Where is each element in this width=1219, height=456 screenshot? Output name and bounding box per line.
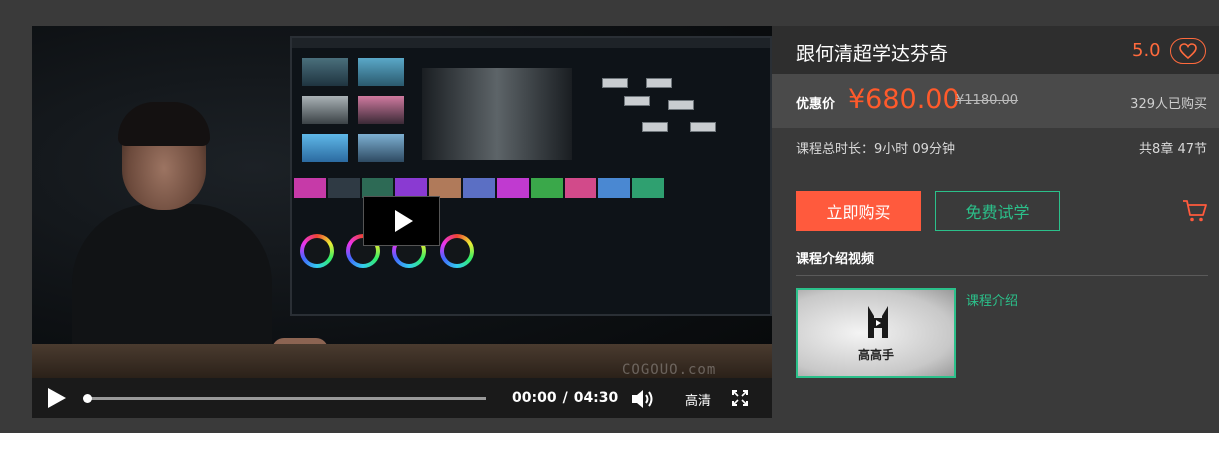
- video-frame[interactable]: COGOUO.com: [32, 26, 772, 378]
- app-menu-bar: [292, 38, 770, 48]
- total-time: 04:30: [573, 390, 619, 406]
- title-row: 跟何清超学达芬奇 5.0: [772, 26, 1219, 74]
- course-page: COGOUO.com 00:00 / 04:30 高清 跟何清超学达芬奇 5.0 优…: [0, 0, 1219, 456]
- favorite-button[interactable]: [1170, 38, 1206, 64]
- buyer-count: 329人已购买: [1130, 97, 1207, 112]
- intro-video-link[interactable]: 课程介绍: [966, 290, 1018, 309]
- clip-timeline: [294, 178, 664, 198]
- cart-icon: [1183, 200, 1207, 222]
- sale-price: ¥680.00: [848, 84, 960, 115]
- free-trial-button[interactable]: 免费试学: [935, 191, 1060, 231]
- brand-logo-icon: [868, 306, 888, 338]
- add-to-cart-button[interactable]: [1182, 199, 1208, 223]
- buy-now-button[interactable]: 立即购买: [796, 191, 921, 231]
- presenter: [72, 102, 328, 378]
- viewer-preview: [422, 68, 572, 160]
- time-display: 00:00 / 04:30: [512, 390, 618, 406]
- current-time: 00:00: [512, 390, 557, 406]
- progress-knob[interactable]: [83, 394, 92, 403]
- price-row: 优惠价 ¥680.00 ¥1180.00 329人已购买: [772, 74, 1219, 128]
- heart-icon: [1179, 43, 1197, 59]
- volume-button[interactable]: [630, 388, 658, 410]
- progress-bar[interactable]: [83, 394, 486, 403]
- intro-thumb-brand: 高高手: [857, 348, 894, 362]
- player-controls: 00:00 / 04:30 高清: [32, 378, 772, 418]
- play-button[interactable]: [46, 386, 70, 410]
- media-pool: [302, 58, 412, 168]
- section-divider: [796, 275, 1208, 276]
- intro-video-thumbnail[interactable]: 高高手: [796, 288, 956, 378]
- fullscreen-icon: [732, 390, 748, 406]
- course-rating: 5.0: [1132, 40, 1161, 61]
- play-icon: [394, 210, 413, 232]
- video-watermark: COGOUO.com: [622, 362, 717, 378]
- quality-button[interactable]: 高清: [685, 390, 711, 409]
- node-graph: [602, 78, 722, 158]
- fullscreen-button[interactable]: [732, 390, 748, 406]
- course-title: 跟何清超学达芬奇: [796, 43, 949, 65]
- intro-section-title: 课程介绍视频: [796, 252, 875, 267]
- monitor-screen: [290, 36, 772, 316]
- play-icon: [48, 388, 66, 408]
- course-info-panel: 跟何清超学达芬奇 5.0 优惠价 ¥680.00 ¥1180.00 329人已购…: [772, 26, 1219, 433]
- video-player: COGOUO.com 00:00 / 04:30 高清: [32, 26, 772, 418]
- volume-icon: [632, 390, 653, 408]
- original-price: ¥1180.00: [956, 93, 1019, 108]
- chapter-count: 共8章 47节: [1139, 142, 1207, 157]
- price-label: 优惠价: [796, 97, 836, 112]
- big-play-button[interactable]: [363, 196, 440, 246]
- total-duration: 课程总时长：9小时 09分钟: [796, 142, 955, 157]
- time-separator: /: [562, 390, 568, 406]
